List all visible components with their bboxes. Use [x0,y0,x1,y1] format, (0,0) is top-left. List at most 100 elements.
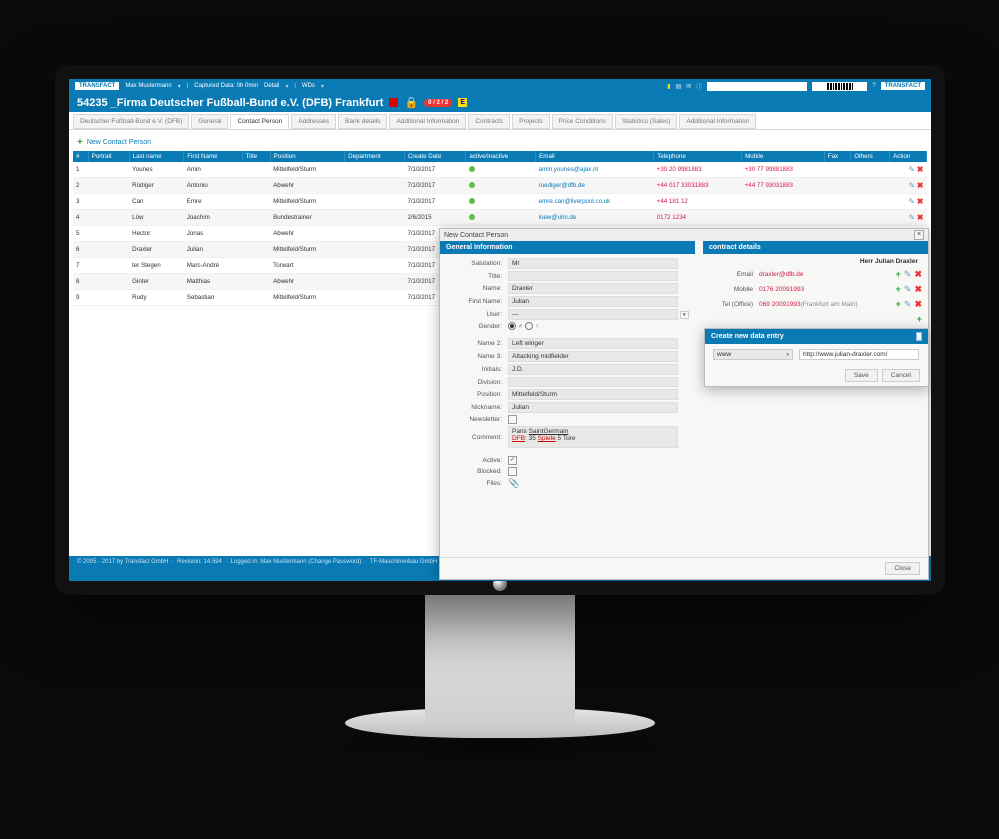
tab-5[interactable]: Additional Information [389,114,466,129]
delete-icon[interactable]: ✖ [914,269,922,280]
lbl-name2: Name 2: [446,340,508,347]
paperclip-icon[interactable]: 📎 [508,478,519,489]
delete-icon[interactable]: ✖ [917,213,924,222]
mail-icon[interactable]: ✉ [686,83,691,90]
col-header[interactable]: Action [890,151,927,162]
field-comment[interactable]: Paris SaintGermain DFB: 35 Spiele 5 Tore [508,426,678,448]
field-firstname[interactable]: Julian [508,296,678,307]
field-division[interactable] [508,377,678,387]
checkbox-active[interactable]: ✓ [508,456,517,465]
checkbox-blocked[interactable] [508,467,517,476]
edit-icon[interactable]: ✎ [904,299,912,310]
tab-0[interactable]: Deutscher Fußball-Bund e.V. (DFB) [73,114,189,129]
lbl-division: Division: [446,379,508,386]
field-name3[interactable]: Attacking midfielder [508,351,678,362]
col-header[interactable]: Portrait [88,151,129,162]
edit-icon[interactable]: ✎ [904,269,912,280]
info-icon[interactable]: ⓘ [696,82,702,91]
delete-icon[interactable]: ✖ [917,181,924,190]
field-nickname[interactable]: Julian [508,402,678,413]
close-icon[interactable]: × [914,230,924,240]
lbl-initials: Initials: [446,366,508,373]
field-name2[interactable]: Left winger [508,338,678,349]
col-header[interactable]: Last name [129,151,184,162]
brand-logo: TRANSFACT [75,82,119,90]
delete-icon[interactable]: ✖ [914,284,922,295]
table-row[interactable]: 4LöwJoachimBundestrainer2/6/2015loew@ulm… [73,210,927,226]
email-link[interactable]: loew@ulm.de [539,214,577,221]
col-header[interactable]: Others [851,151,890,162]
plus-icon[interactable]: + [896,269,901,280]
male-icon: ♂ [518,323,523,330]
email-link[interactable]: amin.younes@ajax.nl [539,166,598,173]
tab-2[interactable]: Contact Person [230,114,289,129]
field-user[interactable]: — [508,309,678,320]
plus-icon[interactable]: + [896,299,901,310]
col-header[interactable]: Mobile [742,151,825,162]
table-row[interactable]: 1YounesAminMittelfeld/Sturm7/10/2017amin… [73,162,927,178]
tab-1[interactable]: General [191,114,228,129]
table-row[interactable]: 3CanEmreMittelfeld/Sturm7/10/2017emre.ca… [73,194,927,210]
edit-icon[interactable]: ✎ [904,284,912,295]
tab-8[interactable]: Price Conditions [552,114,613,129]
field-initials[interactable]: J.D. [508,364,678,375]
contact-value[interactable]: 0176 20091993 [759,286,804,293]
contact-value[interactable]: draxler@dfb.de [759,271,804,278]
table-row[interactable]: 2RüdigerAntonioAbwehr7/10/2017ruediger@d… [73,178,927,194]
close-button[interactable]: Close [885,562,920,575]
tab-9[interactable]: Statistics (Sales) [615,114,677,129]
edeka-icon: E [458,98,467,107]
email-link[interactable]: emre.can@liverpool.co.uk [539,198,611,205]
chart-icon[interactable]: ▮ [667,83,670,90]
col-header[interactable]: active/inactive [466,151,536,162]
entry-url-input[interactable]: http://www.julian-draxler.com/ [799,349,919,360]
checkbox-newsletter[interactable] [508,415,517,424]
email-link[interactable]: ruediger@dfb.de [539,182,585,189]
add-contact-row-icon[interactable]: + [917,314,922,324]
entry-type-select[interactable]: www [713,349,793,360]
new-contact-label: New Contact Person [87,139,151,146]
delete-icon[interactable]: ✖ [914,299,922,310]
chevron-down-icon[interactable]: ▾ [680,311,689,319]
col-header[interactable]: Email [536,151,654,162]
delete-icon[interactable]: ✖ [917,165,924,174]
edit-icon[interactable]: ✎ [908,181,915,190]
search-input[interactable] [707,82,807,91]
lbl-name3: Name 3: [446,353,508,360]
save-button[interactable]: Save [845,369,878,382]
edit-icon[interactable]: ✎ [908,213,915,222]
topbar-user[interactable]: Max Mustermann [125,83,171,89]
field-position[interactable]: Mittelfeld/Sturm [508,389,678,400]
lbl-user: User: [446,311,508,318]
close-icon[interactable]: × [916,332,922,341]
help-icon[interactable]: ? [872,83,875,89]
col-header[interactable]: Fax [824,151,850,162]
tab-4[interactable]: Bank details [338,114,387,129]
col-header[interactable]: Create Date [404,151,465,162]
col-header[interactable]: Position [270,151,345,162]
col-header[interactable]: First Name [184,151,242,162]
tab-3[interactable]: Addresses [291,114,336,129]
delete-icon[interactable]: ✖ [917,197,924,206]
tab-10[interactable]: Additional Information [679,114,756,129]
field-salutation[interactable]: Mr [508,258,678,269]
col-header[interactable]: # [73,151,88,162]
field-name[interactable]: Draxler [508,283,678,294]
col-header[interactable]: Telephone [654,151,742,162]
field-title[interactable] [508,271,678,281]
topbar-wds[interactable]: WDs [302,83,315,89]
topbar-detail[interactable]: Detail [264,83,279,89]
tab-6[interactable]: Contracts [468,114,510,129]
contact-value[interactable]: 069 20091993 [759,301,801,308]
radio-male[interactable] [508,322,516,330]
tab-7[interactable]: Projects [512,114,549,129]
doc-icon[interactable]: ▤ [676,83,682,90]
edit-icon[interactable]: ✎ [908,197,915,206]
radio-female[interactable] [525,322,533,330]
new-contact-link[interactable]: + New Contact Person [73,134,927,151]
edit-icon[interactable]: ✎ [908,165,915,174]
col-header[interactable]: Title [242,151,270,162]
plus-icon[interactable]: + [896,284,901,295]
col-header[interactable]: Department [345,151,405,162]
cancel-button[interactable]: Cancel [882,369,920,382]
